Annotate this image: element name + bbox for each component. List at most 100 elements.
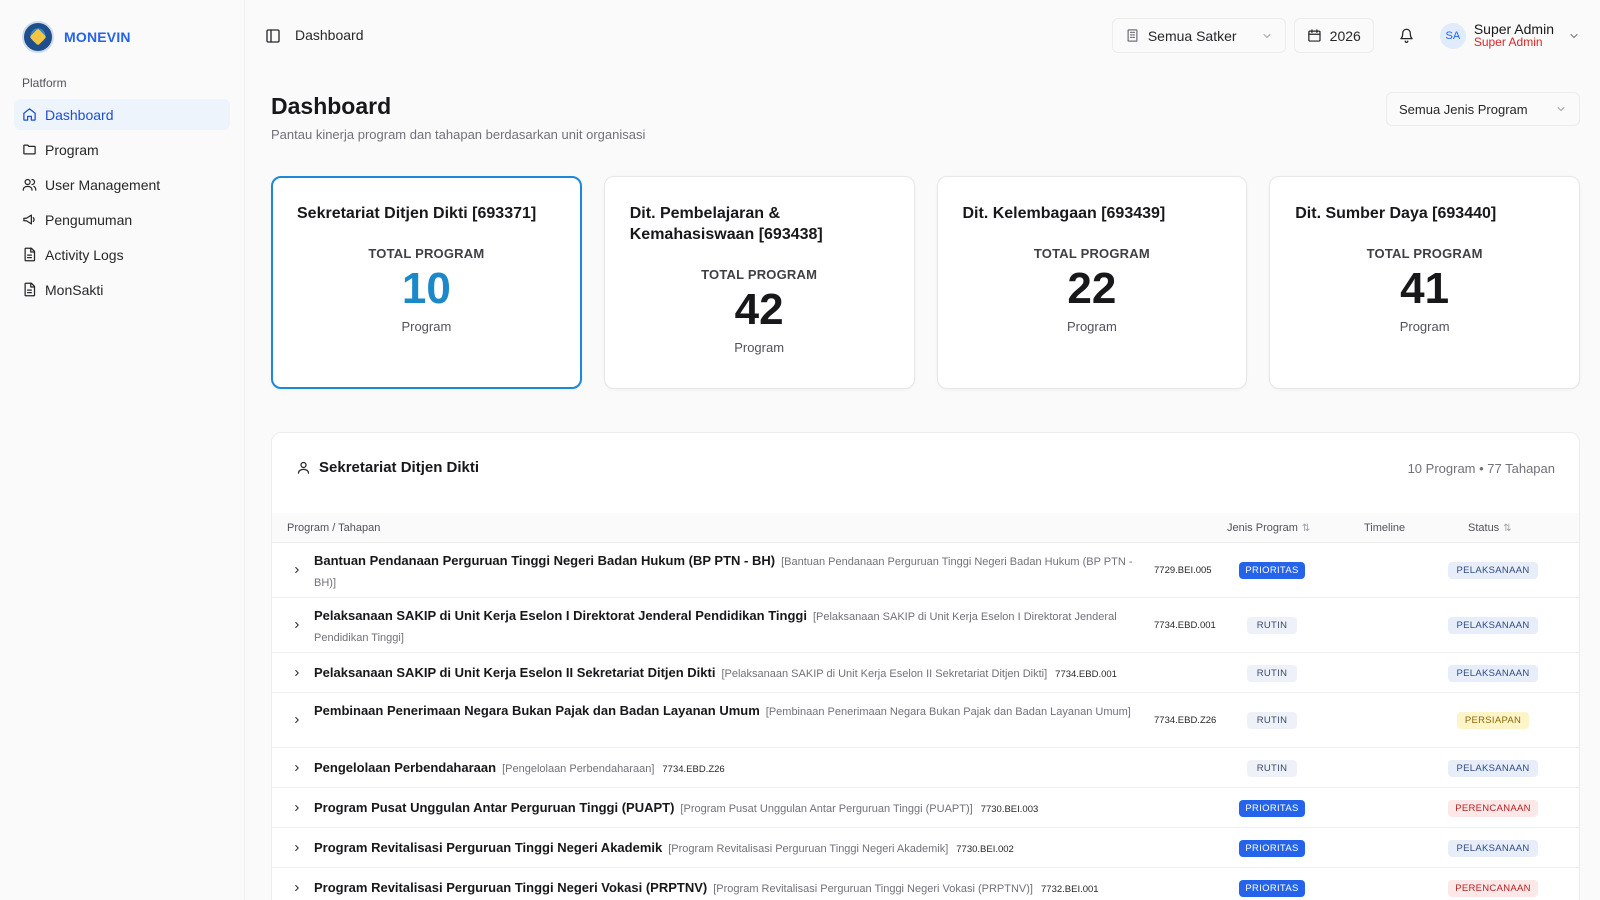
notifications-button[interactable] bbox=[1390, 18, 1424, 53]
jenis-program-select[interactable]: Semua Jenis Program bbox=[1386, 92, 1580, 126]
program-code: 7734.EBD.001 bbox=[1154, 620, 1216, 631]
sidebar-item-label: Dashboard bbox=[45, 106, 114, 123]
status-badge: PERENCANAAN bbox=[1448, 880, 1538, 897]
program-name: Pengelolaan Perbendaharaan bbox=[314, 760, 497, 775]
user-menu[interactable]: SA Super Admin Super Admin bbox=[1439, 22, 1580, 49]
unit-cards: Sekretariat Ditjen Dikti [693371] TOTAL … bbox=[271, 176, 1580, 389]
sidebar-item-monsakti[interactable]: MonSakti bbox=[14, 274, 230, 305]
chevron-right-icon[interactable] bbox=[292, 565, 302, 575]
panel-title-text: Sekretariat Ditjen Dikti bbox=[319, 459, 480, 476]
chevron-right-icon[interactable] bbox=[292, 803, 302, 813]
jenis-badge: RUTIN bbox=[1247, 712, 1297, 729]
sidebar-item-dashboard[interactable]: Dashboard bbox=[14, 99, 230, 130]
program-name: Program Revitalisasi Perguruan Tinggi Ne… bbox=[314, 880, 708, 895]
user-role: Super Admin bbox=[1473, 35, 1543, 49]
sidebar-nav: Dashboard Program User Management Pengum… bbox=[14, 99, 230, 305]
avatar: SA bbox=[1439, 22, 1466, 49]
table-row[interactable]: Pembinaan Penerimaan Negara Bukan Pajak … bbox=[272, 693, 1579, 748]
sidebar-section-label: Platform bbox=[22, 76, 67, 90]
jenis-badge: RUTIN bbox=[1247, 760, 1297, 777]
sidebar-item-activity-logs[interactable]: Activity Logs bbox=[14, 239, 230, 270]
folder-icon bbox=[23, 144, 36, 155]
card-title: Sekretariat Ditjen Dikti [693371] bbox=[297, 205, 537, 222]
chevron-down-icon bbox=[1263, 33, 1271, 38]
program-code: 7729.BEI.005 bbox=[1154, 565, 1212, 576]
status-badge: PELAKSANAAN bbox=[1448, 562, 1538, 579]
table-row[interactable]: Program Revitalisasi Perguruan Tinggi Ne… bbox=[272, 868, 1579, 900]
calendar-icon bbox=[1308, 29, 1321, 42]
table-row[interactable]: Pelaksanaan SAKIP di Unit Kerja Eselon I… bbox=[272, 598, 1579, 653]
sidebar-item-pengumuman[interactable]: Pengumuman bbox=[14, 204, 230, 235]
table-row[interactable]: Pengelolaan Perbendaharaan [Pengelolaan P… bbox=[272, 748, 1579, 788]
table-row[interactable]: Bantuan Pendanaan Perguruan Tinggi Neger… bbox=[272, 543, 1579, 598]
sidebar-item-label: Pengumuman bbox=[45, 211, 133, 228]
chevron-down-icon bbox=[1557, 107, 1565, 111]
unit-card-sumber-daya[interactable]: Dit. Sumber Daya [693440] TOTAL PROGRAM … bbox=[1269, 176, 1580, 389]
bell-icon bbox=[1400, 28, 1414, 43]
card-unit: Program bbox=[401, 319, 452, 334]
satker-value: Semua Satker bbox=[1147, 27, 1237, 44]
card-title: Dit. Pembelajaran & Kemahasiswaan [69343… bbox=[629, 205, 823, 243]
card-unit: Program bbox=[734, 340, 785, 355]
program-code: 7730.BEI.003 bbox=[980, 804, 1039, 815]
col-status-label: Status bbox=[1468, 522, 1500, 534]
program-code: 7734.EBD.001 bbox=[1055, 669, 1117, 680]
table-row[interactable]: Pelaksanaan SAKIP di Unit Kerja Eselon I… bbox=[272, 653, 1579, 693]
program-code: 7730.BEI.002 bbox=[956, 844, 1014, 855]
brand[interactable]: MONEVIN bbox=[22, 19, 244, 55]
card-label: TOTAL PROGRAM bbox=[368, 246, 485, 261]
unit-card-pembelajaran[interactable]: Dit. Pembelajaran & Kemahasiswaan [69343… bbox=[603, 176, 915, 389]
sidebar-item-user-management[interactable]: User Management bbox=[14, 169, 230, 200]
jenis-badge: PRIORITAS bbox=[1239, 562, 1305, 579]
users-icon bbox=[22, 178, 37, 191]
program-name: Bantuan Pendanaan Perguruan Tinggi Neger… bbox=[314, 553, 776, 568]
sidebar-item-program[interactable]: Program bbox=[14, 134, 230, 165]
satker-select[interactable]: Semua Satker bbox=[1111, 18, 1286, 53]
sidebar-item-label: Activity Logs bbox=[45, 246, 124, 263]
home-icon bbox=[23, 108, 36, 121]
col-timeline-label: Timeline bbox=[1364, 522, 1406, 534]
year-select[interactable]: 2026 bbox=[1293, 18, 1374, 53]
jenis-program-value: Semua Jenis Program bbox=[1399, 101, 1528, 117]
program-name: Program Pusat Unggulan Antar Perguruan T… bbox=[314, 800, 675, 815]
jenis-badge: PRIORITAS bbox=[1239, 800, 1305, 817]
sidebar-item-label: MonSakti bbox=[45, 281, 104, 298]
card-unit: Program bbox=[1399, 319, 1450, 334]
program-name: Pembinaan Penerimaan Negara Bukan Pajak … bbox=[314, 703, 760, 718]
chevron-right-icon[interactable] bbox=[292, 620, 302, 630]
file-icon bbox=[24, 282, 36, 297]
sidebar-toggle-icon[interactable] bbox=[265, 28, 281, 44]
card-value: 41 bbox=[1400, 264, 1450, 313]
program-code: 7732.BEI.001 bbox=[1041, 884, 1099, 895]
status-badge: PELAKSANAAN bbox=[1448, 665, 1538, 682]
chevron-right-icon[interactable] bbox=[292, 668, 302, 678]
unit-card-kelembagaan[interactable]: Dit. Kelembagaan [693439] TOTAL PROGRAM … bbox=[936, 176, 1248, 389]
jenis-badge: PRIORITAS bbox=[1239, 880, 1305, 897]
col-timeline: Timeline bbox=[1364, 522, 1405, 534]
chevron-right-icon[interactable] bbox=[292, 763, 302, 773]
sort-icon: ⇅ bbox=[1503, 522, 1512, 534]
program-alias: [Program Pusat Unggulan Antar Perguruan … bbox=[680, 803, 973, 815]
panel-title: Sekretariat Ditjen Dikti bbox=[296, 459, 479, 476]
program-name: Pelaksanaan SAKIP di Unit Kerja Eselon I… bbox=[314, 608, 807, 623]
program-code: 7734.EBD.Z26 bbox=[662, 764, 725, 775]
card-unit: Program bbox=[1066, 319, 1117, 334]
sidebar-item-label: User Management bbox=[45, 176, 161, 193]
chevron-right-icon[interactable] bbox=[292, 843, 302, 853]
table-row[interactable]: Program Revitalisasi Perguruan Tinggi Ne… bbox=[272, 828, 1579, 868]
status-badge: PELAKSANAAN bbox=[1448, 760, 1538, 777]
unit-card-sekretariat[interactable]: Sekretariat Ditjen Dikti [693371] TOTAL … bbox=[271, 176, 582, 389]
col-status[interactable]: Status ⇅ bbox=[1468, 522, 1512, 534]
card-title: Dit. Sumber Daya [693440] bbox=[1295, 205, 1497, 222]
file-icon bbox=[24, 247, 36, 262]
col-jenis[interactable]: Jenis Program ⇅ bbox=[1227, 522, 1310, 534]
program-name: Pelaksanaan SAKIP di Unit Kerja Eselon I… bbox=[314, 665, 716, 680]
table-row[interactable]: Program Pusat Unggulan Antar Perguruan T… bbox=[272, 788, 1579, 828]
chevron-right-icon[interactable] bbox=[292, 883, 302, 893]
chevron-right-icon[interactable] bbox=[292, 715, 302, 725]
card-label: TOTAL PROGRAM bbox=[1033, 246, 1150, 261]
status-badge: PERSIAPAN bbox=[1457, 712, 1529, 729]
program-alias: [Pelaksanaan SAKIP di Unit Kerja Eselon … bbox=[721, 668, 1048, 680]
logo-icon bbox=[22, 21, 54, 53]
sort-icon: ⇅ bbox=[1301, 522, 1311, 534]
